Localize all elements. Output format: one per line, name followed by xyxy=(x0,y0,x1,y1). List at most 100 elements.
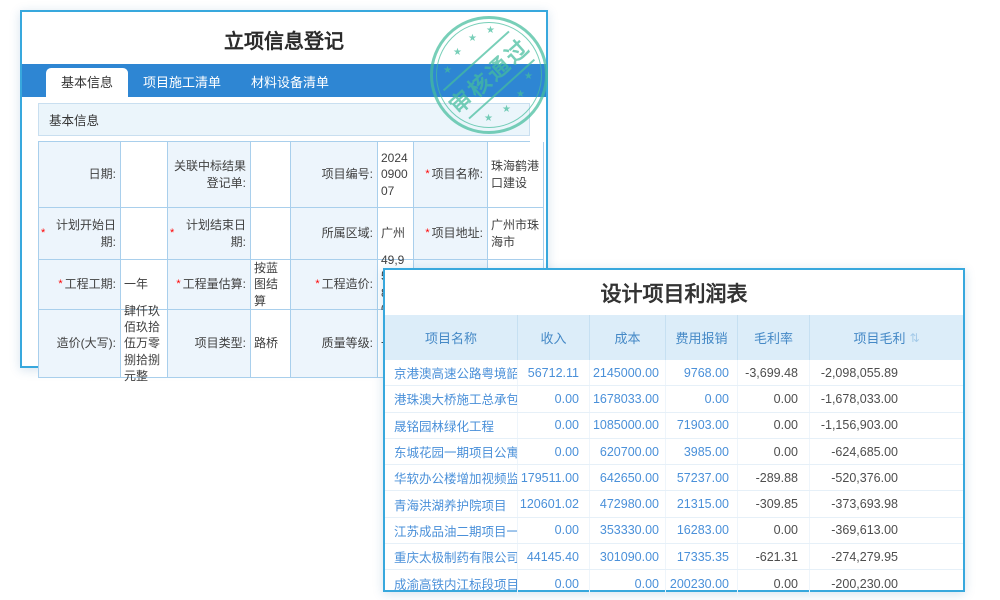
field-label: 日期: xyxy=(39,142,121,208)
required-asterisk: * xyxy=(425,167,429,182)
required-asterisk: * xyxy=(58,277,62,292)
table-cell: 57237.00 xyxy=(666,465,738,490)
table-cell: 9768.00 xyxy=(666,360,738,385)
table-cell: 3985.00 xyxy=(666,439,738,464)
project-name-link[interactable]: 东城花园一期项目公寓大堂 xyxy=(385,439,518,464)
table-cell: 0.00 xyxy=(738,439,810,464)
table-cell: 642650.00 xyxy=(590,465,666,490)
table-cell: -3,699.48 xyxy=(738,360,810,385)
field-label-text: 项目地址: xyxy=(432,225,483,241)
table-cell: 0.00 xyxy=(738,518,810,543)
tab-material-equipment-list[interactable]: 材料设备清单 xyxy=(236,68,344,97)
table-row: 晟铭园林绿化工程0.001085000.0071903.000.00-1,156… xyxy=(385,413,963,439)
form-window-title: 立项信息登记 xyxy=(22,12,546,64)
section-title-basic-info: 基本信息 xyxy=(38,103,530,136)
project-name-link[interactable]: 港珠澳大桥施工总承包项目 xyxy=(385,386,518,411)
table-cell: -369,613.00 xyxy=(810,518,963,543)
table-row: 东城花园一期项目公寓大堂0.00620700.003985.000.00-624… xyxy=(385,439,963,465)
required-asterisk: * xyxy=(170,226,174,241)
required-asterisk: * xyxy=(315,277,319,292)
column-header-2: 收入 xyxy=(518,315,590,360)
field-value: 按蓝图结算 xyxy=(251,260,291,310)
table-cell: 0.00 xyxy=(590,570,666,596)
column-header-5: 毛利率 xyxy=(738,315,810,360)
table-cell: 17335.35 xyxy=(666,544,738,569)
field-label: 项目编号: xyxy=(291,142,378,208)
field-value: 路桥 xyxy=(251,310,291,378)
table-cell: -1,678,033.00 xyxy=(810,386,963,411)
field-label-text: 工程工期: xyxy=(65,276,116,292)
column-header-4: 费用报销 xyxy=(666,315,738,360)
table-cell: 0.00 xyxy=(518,570,590,596)
table-cell: -373,693.98 xyxy=(810,491,963,516)
table-cell: 2145000.00 xyxy=(590,360,666,385)
table-cell: 620700.00 xyxy=(590,439,666,464)
table-cell: 0.00 xyxy=(518,386,590,411)
field-label: *项目名称: xyxy=(414,142,488,208)
table-cell: 0.00 xyxy=(738,413,810,438)
column-header-6[interactable]: 项目毛利⇅ xyxy=(810,315,963,360)
project-name-link[interactable]: 江苏成品油二期项目一标段 xyxy=(385,518,518,543)
table-cell: 120601.02 xyxy=(518,491,590,516)
project-name-link[interactable]: 成渝高铁内江标段项目 xyxy=(385,570,518,596)
table-row: 华软办公楼增加视频监控项179511.00642650.0057237.00-2… xyxy=(385,465,963,491)
project-name-link[interactable]: 重庆太极制药有限公司亳州 xyxy=(385,544,518,569)
table-cell: 200230.00 xyxy=(666,570,738,596)
field-label: 所属区域: xyxy=(291,208,378,260)
field-value: 珠海鹤港口建设 xyxy=(488,142,544,208)
table-cell: 1085000.00 xyxy=(590,413,666,438)
field-label-text: 工程造价: xyxy=(322,276,373,292)
profit-table-title: 设计项目利润表 xyxy=(385,270,963,315)
table-cell: 71903.00 xyxy=(666,413,738,438)
table-cell: -309.85 xyxy=(738,491,810,516)
table-cell: 0.00 xyxy=(738,386,810,411)
field-label-text: 工程量估算: xyxy=(183,276,246,292)
field-label: 造价(大写): xyxy=(39,310,121,378)
table-cell: -2,098,055.89 xyxy=(810,360,963,385)
field-label: *项目地址: xyxy=(414,208,488,260)
form-tabbar: 基本信息 项目施工清单 材料设备清单 xyxy=(22,64,546,97)
project-name-link[interactable]: 华软办公楼增加视频监控项 xyxy=(385,465,518,490)
field-label: *工程造价: xyxy=(291,260,378,310)
table-cell: -520,376.00 xyxy=(810,465,963,490)
table-cell: 301090.00 xyxy=(590,544,666,569)
field-value: 2024090007 xyxy=(378,142,414,208)
table-cell: 0.00 xyxy=(738,570,810,596)
field-label-text: 项目名称: xyxy=(432,166,483,182)
field-label: 关联中标结果登记单: xyxy=(168,142,251,208)
sort-icon[interactable]: ⇅ xyxy=(909,331,919,345)
field-value xyxy=(251,142,291,208)
table-row: 重庆太极制药有限公司亳州44145.40301090.0017335.35-62… xyxy=(385,544,963,570)
field-label: 质量等级: xyxy=(291,310,378,378)
table-cell: 21315.00 xyxy=(666,491,738,516)
column-header-1: 项目名称 xyxy=(385,315,518,360)
field-label-text: 计划开始日期: xyxy=(47,217,116,249)
profit-table-window: 设计项目利润表 项目名称收入成本费用报销毛利率项目毛利⇅ 京港澳高速公路粤境韶关… xyxy=(383,268,965,592)
project-name-link[interactable]: 晟铭园林绿化工程 xyxy=(385,413,518,438)
table-cell: 0.00 xyxy=(518,439,590,464)
table-cell: 353330.00 xyxy=(590,518,666,543)
table-cell: 16283.00 xyxy=(666,518,738,543)
field-value xyxy=(121,208,168,260)
table-cell: -289.88 xyxy=(738,465,810,490)
table-cell: -274,279.95 xyxy=(810,544,963,569)
table-row: 成渝高铁内江标段项目0.000.00200230.000.00-200,230.… xyxy=(385,570,963,596)
required-asterisk: * xyxy=(176,277,180,292)
field-label: *计划开始日期: xyxy=(39,208,121,260)
tab-construction-list[interactable]: 项目施工清单 xyxy=(128,68,236,97)
table-cell: -624,685.00 xyxy=(810,439,963,464)
table-row: 江苏成品油二期项目一标段0.00353330.0016283.000.00-36… xyxy=(385,518,963,544)
table-cell: 0.00 xyxy=(518,518,590,543)
required-asterisk: * xyxy=(41,226,45,241)
project-name-link[interactable]: 京港澳高速公路粤境韶关至 xyxy=(385,360,518,385)
profit-table-body: 京港澳高速公路粤境韶关至56712.112145000.009768.00-3,… xyxy=(385,360,963,597)
table-row: 青海洪湖养护院项目120601.02472980.0021315.00-309.… xyxy=(385,491,963,517)
column-header-3: 成本 xyxy=(590,315,666,360)
field-label: *计划结束日期: xyxy=(168,208,251,260)
tab-basic-info[interactable]: 基本信息 xyxy=(46,68,128,97)
project-name-link[interactable]: 青海洪湖养护院项目 xyxy=(385,491,518,516)
field-value xyxy=(251,208,291,260)
table-cell: 472980.00 xyxy=(590,491,666,516)
table-cell: 44145.40 xyxy=(518,544,590,569)
table-cell: 0.00 xyxy=(518,413,590,438)
